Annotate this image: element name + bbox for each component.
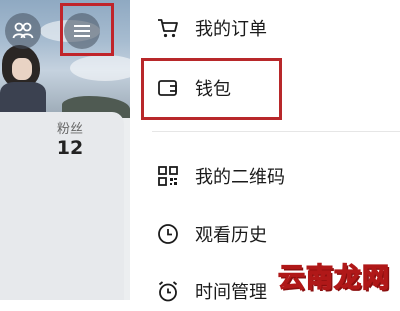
menu-item-history-label: 观看历史 [195, 225, 267, 246]
menu-divider [152, 131, 400, 132]
clock-icon [156, 222, 180, 246]
cart-icon [156, 16, 180, 40]
wallet-highlight [141, 58, 282, 120]
side-drawer-menu: 我的订单 钱包 我的二维码 观看历史 时间管理 [130, 0, 400, 303]
menu-item-orders-label: 我的订单 [195, 19, 267, 40]
watermark-logo: 云南龙网 [277, 262, 390, 294]
menu-item-time-management-label: 时间管理 [195, 282, 267, 303]
menu-item-qrcode[interactable]: 我的二维码 [130, 156, 400, 196]
alarm-icon [156, 279, 180, 303]
friends-button[interactable] [5, 13, 41, 49]
menu-button-highlight [60, 3, 114, 56]
menu-item-history[interactable]: 观看历史 [130, 214, 400, 254]
fans-label: 粉丝 [56, 122, 83, 137]
menu-item-qrcode-label: 我的二维码 [195, 167, 285, 188]
profile-panel: 粉丝 12 [0, 0, 130, 300]
menu-item-orders[interactable]: 我的订单 [130, 8, 400, 48]
people-icon [12, 22, 34, 39]
qrcode-icon [156, 164, 180, 188]
fans-count[interactable]: 12 [0, 137, 130, 159]
